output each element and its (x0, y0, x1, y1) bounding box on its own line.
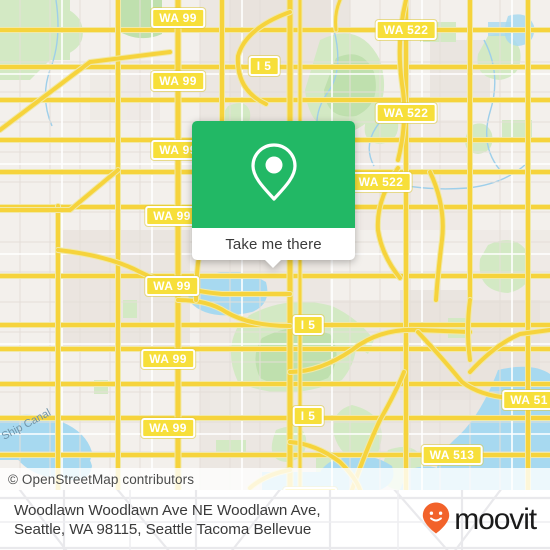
highway-shield: WA 99 (141, 418, 195, 438)
highway-shield: WA 99 (141, 349, 195, 369)
address-line-2: Seattle, WA 98115, Seattle Tacoma Bellev… (14, 521, 312, 538)
highway-shield: WA 99 (151, 8, 205, 28)
highway-shield: WA 522 (350, 172, 412, 192)
highway-shield: I 5 (292, 315, 324, 335)
callout-tail (264, 259, 282, 268)
take-me-there-callout[interactable]: Take me there (192, 121, 355, 268)
highway-shield: WA 51 (502, 390, 550, 410)
map-pin-icon (248, 140, 300, 209)
osm-attribution-bar: © OpenStreetMap contributors (0, 468, 550, 490)
moovit-wordmark: moovit (454, 503, 537, 536)
highway-shield: WA 99 (151, 71, 205, 91)
highway-shield: WA 522 (375, 103, 437, 123)
highway-shield: WA 513 (421, 445, 483, 465)
highway-shield: I 5 (292, 406, 324, 426)
moovit-location-share: .land{fill:#ece7e2} .landl{fill:#f3f0ec}… (0, 0, 550, 550)
take-me-there-label: Take me there (225, 235, 322, 253)
address-line-1: Woodlawn Woodlawn Ave NE Woodlawn Ave, (14, 502, 321, 519)
highway-shield: WA 99 (145, 276, 199, 296)
moovit-logo[interactable]: moovit (421, 501, 537, 540)
callout-pin-area (192, 121, 355, 228)
highway-shield: WA 99 (145, 206, 199, 226)
address-text: Woodlawn Woodlawn Ave NE Woodlawn Ave, S… (14, 501, 321, 539)
address-footer: Woodlawn Woodlawn Ave NE Woodlawn Ave, S… (0, 490, 550, 550)
callout-footer[interactable]: Take me there (192, 228, 355, 260)
highway-shield: I 5 (248, 56, 280, 76)
moovit-pin-icon (421, 501, 451, 540)
highway-shield: WA 522 (375, 20, 437, 40)
osm-attribution-text: © OpenStreetMap contributors (8, 471, 195, 487)
